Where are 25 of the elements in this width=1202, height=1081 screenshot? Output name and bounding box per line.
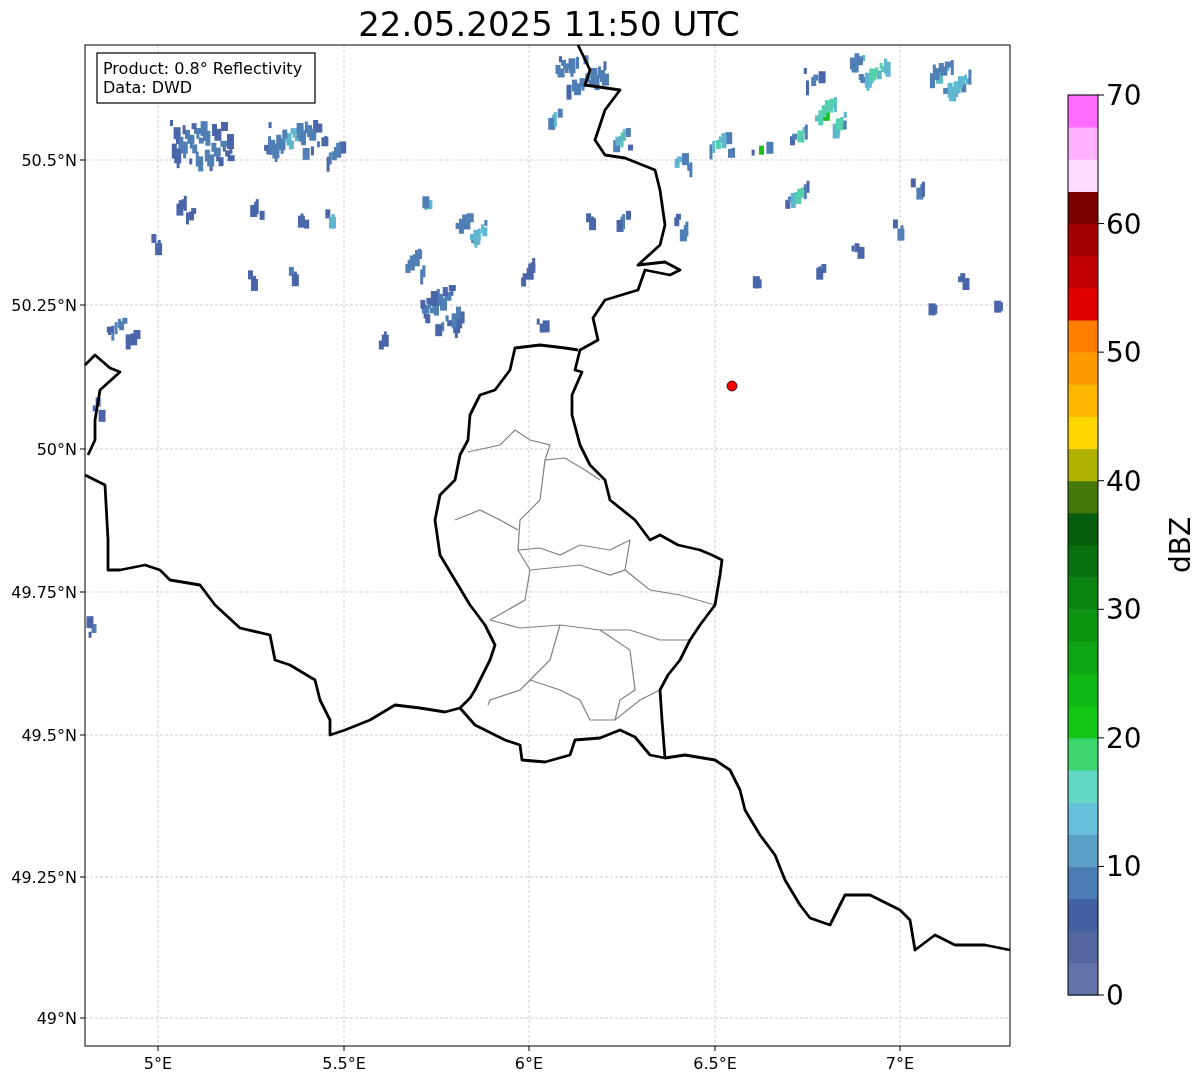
axis-tick-label: 5.5°E bbox=[322, 1054, 366, 1073]
colorbar-tick-label: 40 bbox=[1106, 464, 1142, 498]
axis-tick-label: 50.25°N bbox=[11, 296, 77, 315]
axis-tick-label: 5°E bbox=[143, 1054, 173, 1073]
axis-tick-label: 50.5°N bbox=[21, 151, 77, 170]
colorbar-tick-label: 20 bbox=[1106, 721, 1142, 755]
colorbar-tick-label: 30 bbox=[1106, 593, 1142, 627]
axis-tick-label: 50°N bbox=[36, 440, 77, 459]
chart-title: 22.05.2025 11:50 UTC bbox=[358, 4, 740, 44]
colorbar-tick-label: 0 bbox=[1106, 979, 1124, 1012]
colorbar-tick-label: 60 bbox=[1106, 207, 1142, 241]
axis-tick-label: 7°E bbox=[885, 1054, 915, 1073]
colorbar-label: dBZ bbox=[1164, 516, 1197, 574]
axis-tick-label: 49.25°N bbox=[11, 868, 77, 887]
colorbar-tick-label: 10 bbox=[1106, 850, 1142, 884]
colorbar-tick-label: 70 bbox=[1106, 79, 1142, 112]
axis-tick-label: 49°N bbox=[36, 1009, 77, 1028]
info-text: Product: 0.8° Reflectivity bbox=[103, 59, 303, 78]
axis-tick-label: 49.75°N bbox=[11, 583, 77, 602]
axis-tick-label: 6.5°E bbox=[693, 1054, 737, 1073]
colorbar-tick-label: 50 bbox=[1106, 336, 1142, 370]
axis-tick-label: 6°E bbox=[514, 1054, 544, 1073]
axis-tick-label: 49.5°N bbox=[21, 726, 77, 745]
radar-site-marker bbox=[726, 380, 738, 392]
info-text: Data: DWD bbox=[103, 78, 193, 97]
